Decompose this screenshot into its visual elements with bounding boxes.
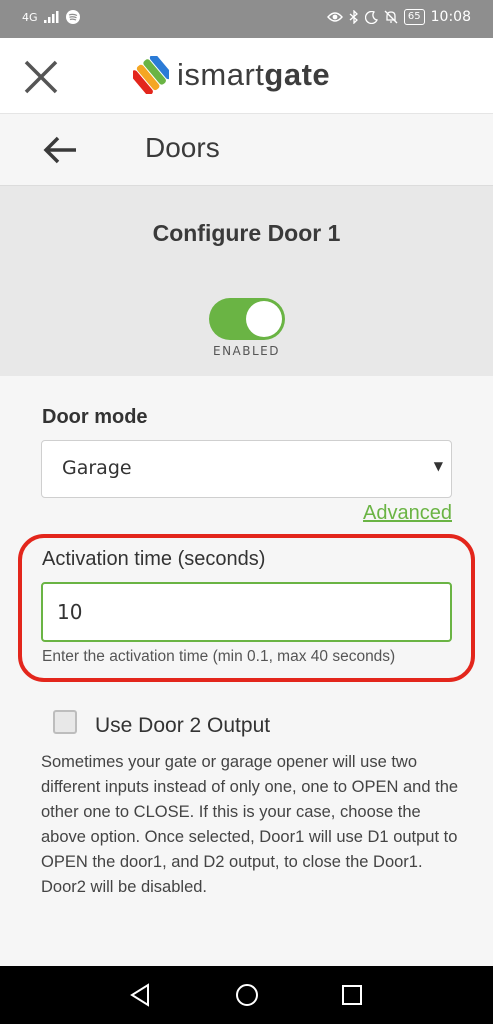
moon-icon <box>364 10 378 24</box>
status-right: 65 10:08 <box>326 9 471 25</box>
config-title: Configure Door 1 <box>152 220 341 246</box>
config-panel: Configure Door 1 ENABLED <box>0 186 493 376</box>
toggle-label: ENABLED <box>212 344 280 358</box>
logo-suffix: gate <box>264 57 331 92</box>
dropdown-arrow-icon: ▼ <box>433 459 443 473</box>
app-header: ismartgate <box>0 38 493 114</box>
door2-output-label[interactable]: Use Door 2 Output <box>95 714 270 738</box>
door-mode-select[interactable]: Garage ▼ <box>41 440 452 498</box>
network-type: 4G <box>22 10 38 24</box>
logo-text: ismartgate <box>177 57 330 93</box>
logo-prefix: ismart <box>177 57 265 92</box>
bell-off-icon <box>384 10 398 24</box>
status-left: 4G <box>22 10 80 24</box>
page-title: Doors <box>145 132 220 163</box>
door2-output-description: Sometimes your gate or garage opener wil… <box>41 753 459 896</box>
bluetooth-icon <box>349 10 358 24</box>
clock: 10:08 <box>430 9 471 25</box>
logo: ismartgate <box>133 56 330 94</box>
close-icon[interactable] <box>22 58 60 96</box>
activation-time-input[interactable] <box>41 582 452 642</box>
logo-mark-icon <box>133 56 169 94</box>
door2-output-checkbox[interactable] <box>53 710 77 734</box>
toggle-knob <box>246 301 282 337</box>
recents-square-icon[interactable] <box>339 982 365 1008</box>
status-bar: 4G 65 10:08 <box>0 0 493 38</box>
signal-icon <box>43 11 59 23</box>
home-circle-icon[interactable] <box>234 982 260 1008</box>
door-mode-label: Door mode <box>42 406 148 428</box>
activation-help-text: Enter the activation time (min 0.1, max … <box>42 648 396 665</box>
advanced-link[interactable]: Advanced <box>363 502 452 525</box>
door-mode-value: Garage <box>62 457 132 479</box>
back-triangle-icon[interactable] <box>128 982 154 1008</box>
eye-icon <box>326 12 343 22</box>
battery-icon: 65 <box>403 9 425 25</box>
system-nav-bar <box>0 966 493 1024</box>
title-bar: Doors <box>0 114 493 186</box>
back-arrow-icon[interactable] <box>42 134 80 166</box>
spotify-icon <box>65 10 80 24</box>
enabled-toggle[interactable] <box>209 298 285 340</box>
activation-time-label: Activation time (seconds) <box>42 548 266 570</box>
